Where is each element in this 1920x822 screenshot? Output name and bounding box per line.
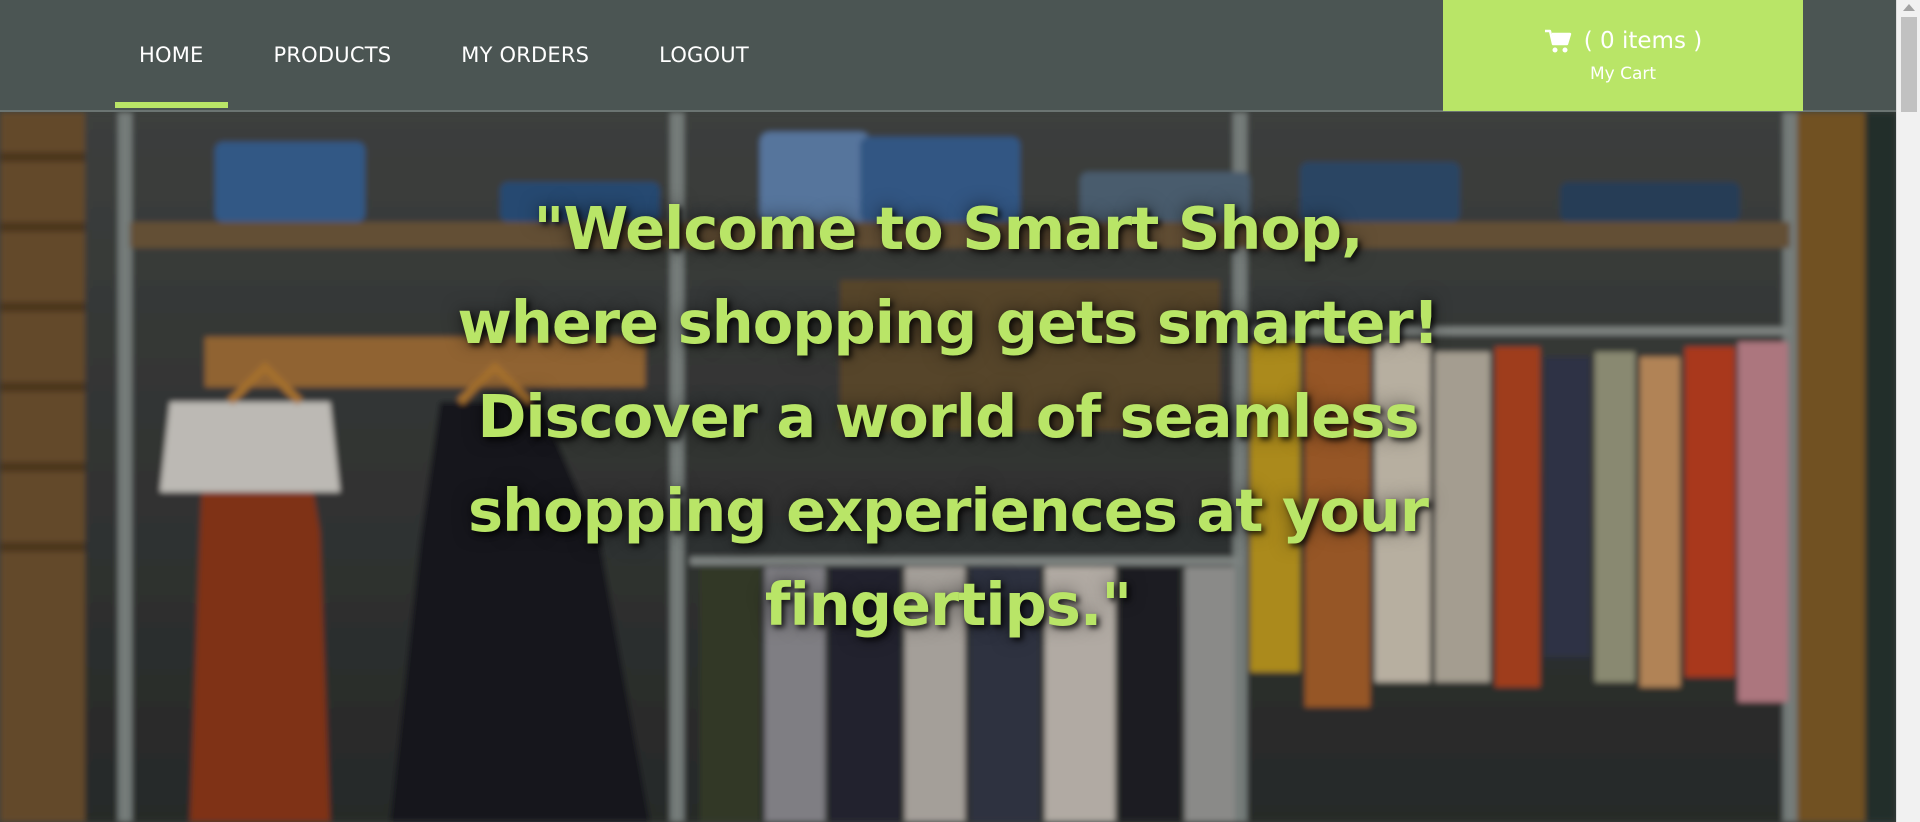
hero-line: shopping experiences at your <box>467 476 1429 545</box>
top-navbar: HOME PRODUCTS MY ORDERS LOGOUT ( 0 items… <box>0 0 1896 112</box>
nav-products[interactable]: PRODUCTS <box>250 0 416 110</box>
shopping-cart-icon <box>1544 29 1571 52</box>
hero-line: Discover a world of seamless <box>477 382 1419 451</box>
cart-summary: ( 0 items ) <box>1544 28 1702 54</box>
cart-label: My Cart <box>1589 63 1657 84</box>
scroll-up-arrow-icon[interactable] <box>1903 4 1915 11</box>
page-scrollbar[interactable] <box>1896 0 1920 822</box>
hero-line: where shopping gets smarter! <box>457 288 1439 357</box>
nav-logout[interactable]: LOGOUT <box>635 0 773 110</box>
hero-banner: "Welcome to Smart Shop, where shopping g… <box>0 112 1896 822</box>
cart-button[interactable]: ( 0 items ) My Cart <box>1443 0 1803 111</box>
nav-links: HOME PRODUCTS MY ORDERS LOGOUT <box>115 0 795 110</box>
hero-welcome-message: "Welcome to Smart Shop, where shopping g… <box>400 182 1496 652</box>
nav-home[interactable]: HOME <box>115 0 228 110</box>
hero-line: fingertips." <box>764 570 1132 639</box>
scroll-thumb[interactable] <box>1901 17 1917 112</box>
hero-line: "Welcome to Smart Shop, <box>533 194 1363 263</box>
cart-item-count: ( 0 items ) <box>1583 27 1703 54</box>
nav-my-orders[interactable]: MY ORDERS <box>437 0 613 110</box>
